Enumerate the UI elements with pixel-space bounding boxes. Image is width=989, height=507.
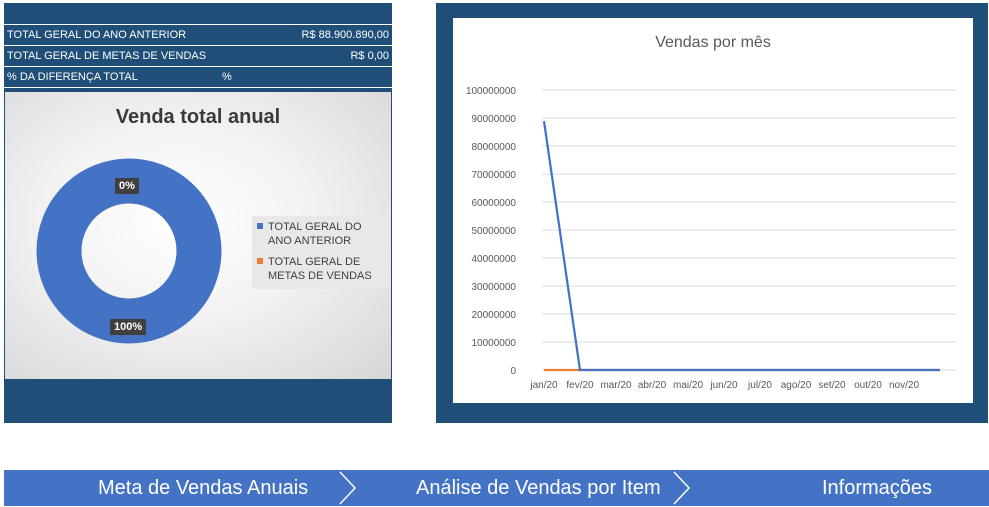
- nav-label: Análise de Vendas por Item: [416, 477, 661, 499]
- nav-informacoes[interactable]: Informações: [692, 470, 989, 506]
- y-tick-label: 0: [510, 366, 516, 377]
- x-tick-label: mar/20: [600, 380, 632, 391]
- donut-chart[interactable]: Venda total anual 0% 100% TOTAL GERAL DO…: [5, 92, 391, 379]
- x-tick-label: nov/20: [889, 380, 919, 391]
- line-chart-svg: Vendas por mês 0 10000000 20000000 30000000…: [466, 34, 956, 391]
- x-tick-label: out/20: [854, 380, 882, 391]
- donut-data-label-goals: 0%: [115, 178, 139, 194]
- bottom-navigation: Meta de Vendas Anuais Análise de Vendas …: [4, 470, 989, 506]
- legend-item: TOTAL GERAL DO ANO ANTERIOR: [256, 220, 387, 248]
- legend-label: TOTAL GERAL DO ANO ANTERIOR: [268, 221, 362, 247]
- legend-swatch: [257, 258, 263, 264]
- legend-swatch: [257, 223, 263, 229]
- series-lines: [542, 120, 940, 372]
- line-chart-title: Vendas por mês: [655, 34, 771, 51]
- y-tick-label: 90000000: [472, 114, 517, 125]
- nav-label: Meta de Vendas Anuais: [98, 477, 309, 499]
- nav-analise-vendas-item[interactable]: Análise de Vendas por Item: [354, 470, 674, 506]
- y-tick-label: 20000000: [472, 310, 517, 321]
- y-tick-label: 100000000: [466, 86, 516, 97]
- x-tick-label: abr/20: [638, 380, 667, 391]
- gridlines: [542, 89, 956, 371]
- y-tick-label: 40000000: [472, 254, 517, 265]
- donut-data-label-previous-year: 100%: [110, 319, 147, 335]
- legend-item: TOTAL GERAL DE METAS DE VENDAS: [256, 255, 387, 283]
- y-tick-label: 10000000: [472, 338, 517, 349]
- y-tick-label: 30000000: [472, 282, 517, 293]
- y-tick-label: 60000000: [472, 198, 517, 209]
- series-line-blue[interactable]: [542, 120, 940, 372]
- y-tick-label: 80000000: [472, 142, 517, 153]
- summary-row-previous-year: TOTAL GERAL DO ANO ANTERIOR R$ 88.900.89…: [4, 24, 392, 45]
- y-axis-ticks: 0 10000000 20000000 30000000 40000000 5000000…: [466, 86, 517, 377]
- x-tick-label: jul/20: [747, 380, 772, 391]
- nav-meta-vendas-anuais[interactable]: Meta de Vendas Anuais: [4, 470, 344, 506]
- annual-summary-panel: TOTAL GERAL DO ANO ANTERIOR R$ 88.900.89…: [4, 3, 392, 423]
- summary-row-sales-goals: TOTAL GERAL DE METAS DE VENDAS R$ 0,00: [4, 45, 392, 66]
- donut-legend: TOTAL GERAL DO ANO ANTERIOR TOTAL GERAL …: [252, 216, 389, 289]
- x-tick-label: mai/20: [673, 380, 703, 391]
- summary-value[interactable]: R$ 88.900.890,00: [302, 29, 389, 41]
- monthly-sales-panel: Vendas por mês 0 10000000 20000000 30000000…: [436, 3, 988, 423]
- legend-label: TOTAL GERAL DE METAS DE VENDAS: [268, 256, 372, 282]
- nav-label: Informações: [822, 477, 933, 499]
- x-tick-label: ago/20: [781, 380, 812, 391]
- y-tick-label: 50000000: [472, 226, 517, 237]
- x-tick-label: jan/20: [529, 380, 558, 391]
- summary-label: % DA DIFERENÇA TOTAL: [7, 71, 138, 83]
- x-tick-label: set/20: [818, 380, 846, 391]
- summary-table: TOTAL GERAL DO ANO ANTERIOR R$ 88.900.89…: [4, 24, 392, 88]
- summary-label: TOTAL GERAL DE METAS DE VENDAS: [7, 50, 207, 62]
- summary-value[interactable]: R$ 0,00: [350, 50, 389, 62]
- x-axis-ticks: jan/20 fev/20 mar/20 abr/20 mai/20 jun/20 jul/…: [529, 380, 919, 391]
- x-tick-label: jun/20: [709, 380, 738, 391]
- x-tick-label: fev/20: [566, 380, 594, 391]
- line-chart[interactable]: Vendas por mês 0 10000000 20000000 30000000…: [453, 18, 973, 403]
- chevron-right-icon: [673, 471, 691, 505]
- donut-slice-previous-year[interactable]: [36, 158, 222, 344]
- summary-label: TOTAL GERAL DO ANO ANTERIOR: [7, 29, 187, 41]
- summary-row-difference: % DA DIFERENÇA TOTAL %: [4, 66, 392, 88]
- summary-value[interactable]: %: [222, 71, 232, 83]
- y-tick-label: 70000000: [472, 170, 517, 181]
